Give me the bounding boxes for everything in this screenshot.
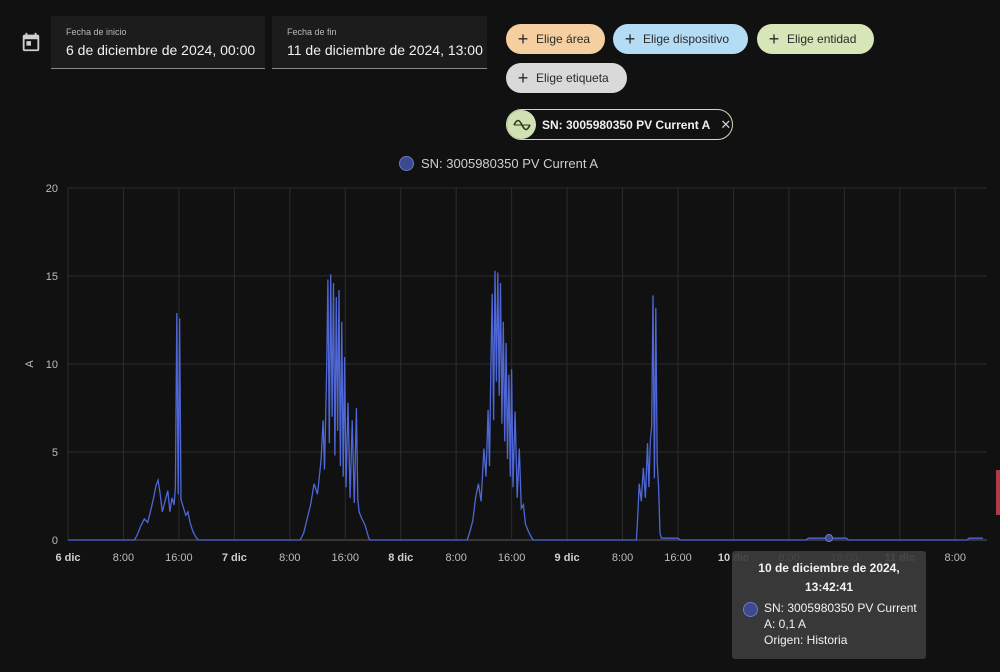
x-tick-label: 16:00	[165, 552, 193, 564]
y-tick-label: 0	[52, 535, 58, 547]
end-date-value: 11 de diciembre de 2024, 13:00	[287, 42, 483, 58]
pick-area-button[interactable]: + Elige área	[506, 24, 605, 54]
tooltip-date: 10 de diciembre de 2024,	[758, 561, 900, 575]
x-tick-label: 8:00	[945, 552, 966, 564]
x-tick-label: 16:00	[332, 552, 360, 564]
pick-entity-label: Elige entidad	[787, 32, 857, 46]
plus-icon: +	[624, 29, 636, 49]
chart-grid	[67, 187, 987, 541]
series-line-pv-current	[68, 270, 983, 541]
tooltip-series: SN: 3005980350 PV Current	[764, 601, 917, 615]
x-tick-label: 8:00	[279, 552, 300, 564]
plus-icon: +	[517, 68, 529, 88]
x-tick-label: 8:00	[612, 552, 633, 564]
selected-entity-chip[interactable]: SN: 3005980350 PV Current A ✕	[506, 109, 733, 140]
end-date-field[interactable]: Fecha de fin 11 de diciembre de 2024, 13…	[272, 16, 487, 69]
y-tick-label: 15	[46, 271, 58, 283]
x-tick-label: 8 dic	[388, 552, 413, 564]
pick-device-label: Elige dispositivo	[643, 32, 730, 46]
start-date-label: Fecha de inicio	[66, 27, 127, 37]
sine-wave-icon	[507, 110, 536, 139]
hover-point	[825, 534, 833, 542]
chart-tooltip: 10 de diciembre de 2024, 13:42:41 SN: 30…	[732, 551, 926, 659]
start-date-field[interactable]: Fecha de inicio 6 de diciembre de 2024, …	[51, 16, 265, 69]
calendar-icon[interactable]	[20, 31, 42, 53]
y-axis-label: A	[24, 360, 36, 368]
plus-icon: +	[768, 29, 780, 49]
tooltip-value: A: 0,1 A	[764, 617, 807, 631]
x-tick-label: 16:00	[498, 552, 526, 564]
y-tick-label: 5	[52, 447, 58, 459]
start-date-value: 6 de diciembre de 2024, 00:00	[66, 42, 256, 58]
y-axis-ticks: 0 5 10 15 20	[46, 183, 58, 547]
chart-legend[interactable]: SN: 3005980350 PV Current A	[399, 156, 598, 171]
pick-label-label: Elige etiqueta	[536, 71, 609, 85]
pick-area-label: Elige área	[536, 32, 591, 46]
legend-swatch	[399, 156, 414, 171]
x-tick-label: 6 dic	[55, 552, 80, 564]
tooltip-swatch	[743, 602, 758, 617]
y-tick-label: 20	[46, 183, 58, 195]
x-tick-label: 8:00	[445, 552, 466, 564]
plus-icon: +	[517, 29, 529, 49]
end-date-label: Fecha de fin	[287, 27, 337, 37]
tooltip-time: 13:42:41	[804, 580, 854, 594]
legend-label: SN: 3005980350 PV Current A	[421, 156, 599, 171]
x-tick-label: 9 dic	[555, 552, 580, 564]
tooltip-source: Origen: Historia	[764, 633, 848, 647]
x-tick-label: 7 dic	[222, 552, 247, 564]
selected-entity-name: SN: 3005980350 PV Current A	[542, 117, 711, 132]
history-chart[interactable]: 0 5 10 15 20 6 dic 8:00 16:00 7 dic 8:00 16:00 8 d…	[0, 170, 1000, 570]
y-tick-label: 10	[46, 359, 58, 371]
pick-device-button[interactable]: + Elige dispositivo	[613, 24, 748, 54]
pick-label-button[interactable]: + Elige etiqueta	[506, 63, 627, 93]
pick-entity-button[interactable]: + Elige entidad	[757, 24, 874, 54]
x-tick-label: 16:00	[664, 552, 692, 564]
scroll-indicator	[996, 470, 1000, 515]
x-tick-label: 8:00	[113, 552, 134, 564]
remove-entity-icon[interactable]: ✕	[720, 117, 731, 133]
